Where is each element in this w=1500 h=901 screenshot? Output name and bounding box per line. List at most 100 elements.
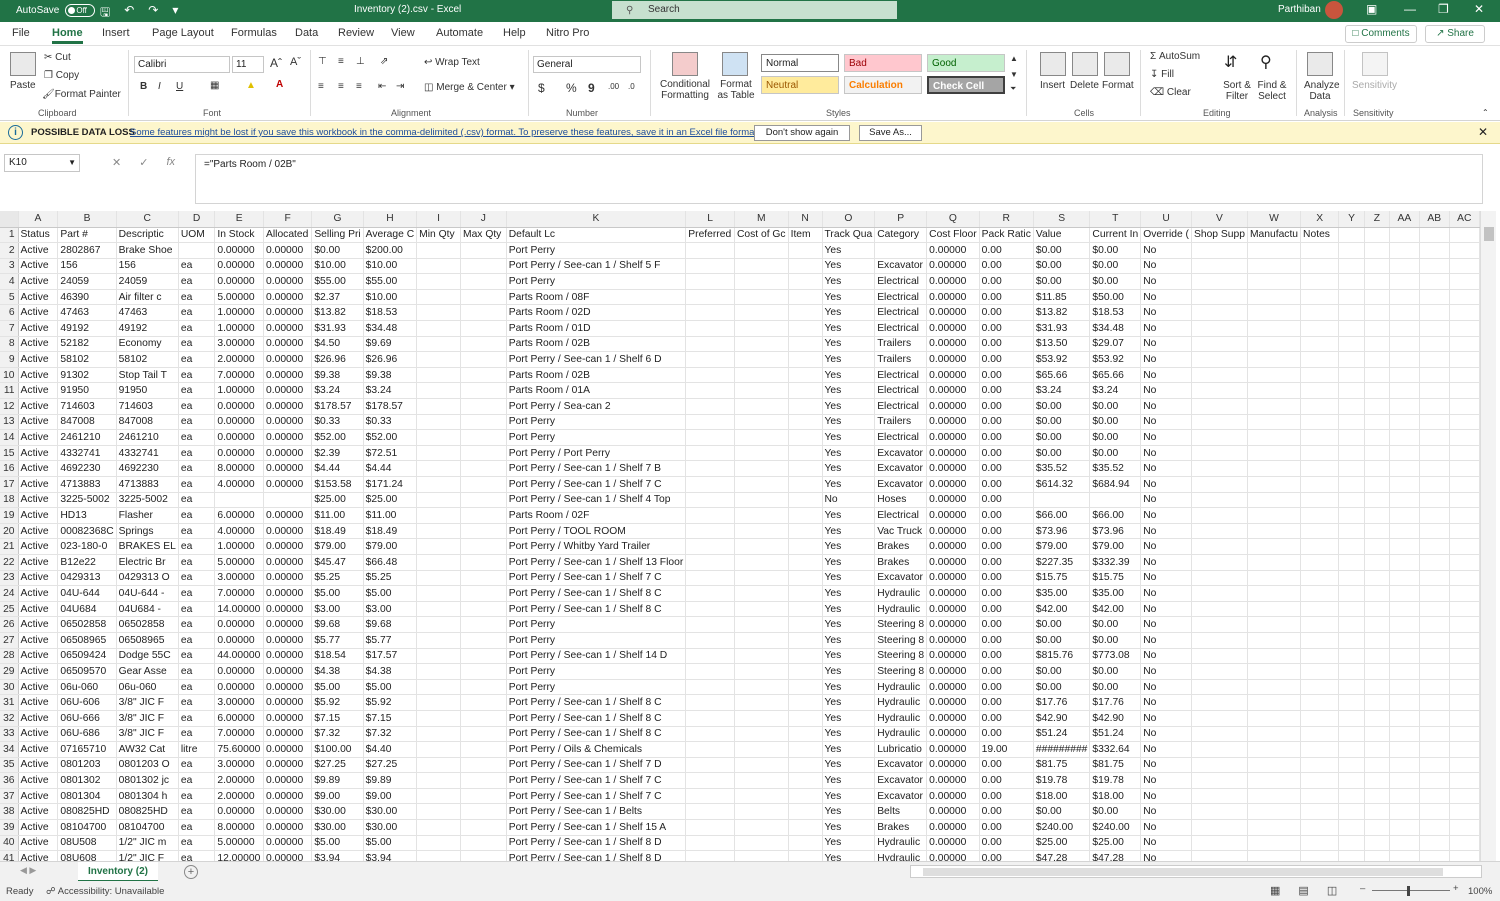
cell[interactable] [214,492,265,509]
cell[interactable]: $11.00 [311,507,364,524]
shrink-font-icon[interactable]: Aˇ [290,56,301,68]
cell[interactable] [1300,273,1340,290]
cell[interactable] [1419,616,1450,633]
row-header[interactable]: 38 [0,803,19,821]
cell[interactable] [685,351,735,368]
cell[interactable]: Yes [822,382,876,400]
cell[interactable]: Hydraulic [874,585,928,602]
cell[interactable]: No [1140,429,1192,446]
cell[interactable] [1300,492,1340,509]
tab-data[interactable]: Data [295,27,318,39]
cell[interactable] [1364,242,1390,259]
tab-automate[interactable]: Automate [436,27,483,39]
cell[interactable]: 0.00 [979,273,1034,290]
cell[interactable] [734,648,789,665]
decrease-decimal-icon[interactable]: .0 [628,82,635,91]
scroll-thumb[interactable] [1484,227,1494,241]
row-header[interactable]: 24 [0,585,19,602]
cell[interactable] [1419,835,1450,852]
cell[interactable]: $10.00 [311,258,364,275]
cell[interactable]: $25.00 [311,492,364,509]
cell[interactable] [1419,632,1450,649]
cell[interactable]: $153.58 [311,476,364,493]
cell[interactable] [1247,507,1302,524]
cell[interactable] [1191,538,1248,555]
cell[interactable]: ea [178,523,216,540]
cell[interactable]: $9.69 [363,336,418,353]
cell[interactable]: Yes [822,367,876,384]
cell[interactable] [734,803,789,821]
cell[interactable]: $18.54 [311,648,364,665]
cell[interactable]: $9.00 [363,788,418,805]
cell[interactable]: Port Perry / See-can 1 / Shelf 7 B [506,460,687,477]
cell[interactable]: Port Perry / See-can 1 / Shelf 7 C [506,788,687,805]
cell[interactable] [1338,585,1365,602]
cell[interactable]: BRAKES EL [116,538,179,555]
cell[interactable]: Electrical [874,320,928,337]
cell[interactable] [1449,414,1480,431]
cell[interactable]: 0.00000 [214,273,265,290]
cell[interactable]: No [1140,788,1192,805]
cell[interactable] [1247,788,1302,805]
cell[interactable]: 0.00 [979,803,1034,821]
cell[interactable] [1389,367,1420,384]
cell[interactable] [788,710,823,727]
cell[interactable]: $27.25 [311,757,364,774]
column-header[interactable]: D [178,211,216,228]
cell[interactable]: 0.00 [979,601,1034,618]
cell[interactable] [1449,803,1480,821]
cell[interactable] [1419,772,1450,789]
cell[interactable]: $7.32 [363,726,418,743]
row-header[interactable]: 41 [0,850,19,861]
format-cells-icon[interactable] [1104,52,1130,76]
cell[interactable]: Active [18,554,59,571]
cell[interactable]: 0.00000 [926,663,980,680]
cell[interactable] [1364,429,1390,446]
cell[interactable] [1247,570,1302,587]
cell[interactable] [1389,663,1420,680]
cell[interactable]: $17.76 [1033,694,1091,711]
cell[interactable]: 0.00000 [263,741,313,758]
cell[interactable]: Average C [363,227,418,244]
cell[interactable]: No [1140,694,1192,711]
cell[interactable]: 2461210 [57,429,117,446]
row-header[interactable]: 37 [0,788,19,805]
cell[interactable] [460,258,507,275]
cell[interactable] [685,523,735,540]
cell[interactable] [1449,367,1480,384]
cell[interactable]: 24059 [57,273,117,290]
cell[interactable] [734,336,789,353]
cell[interactable]: ea [178,679,216,696]
cell[interactable]: $0.00 [1089,679,1142,696]
cell[interactable]: Port Perry / Port Perry [506,445,687,462]
cell[interactable]: $52.00 [363,429,418,446]
cell[interactable] [734,819,789,836]
cell[interactable] [1338,538,1365,555]
tab-view[interactable]: View [391,27,415,39]
insert-cells-icon[interactable] [1040,52,1066,76]
cell[interactable]: $17.57 [363,648,418,665]
cell[interactable]: No [1140,616,1192,633]
cell[interactable]: Yes [822,273,876,290]
cell[interactable] [1300,648,1340,665]
cell[interactable]: ea [178,492,216,509]
cell[interactable] [1419,554,1450,571]
cell[interactable] [1191,304,1248,322]
cell[interactable] [685,772,735,789]
cell[interactable] [788,601,823,618]
cell[interactable] [1300,710,1340,727]
cell[interactable] [1300,320,1340,337]
cell[interactable]: No [1140,273,1192,290]
cell[interactable] [788,492,823,509]
cell[interactable] [1364,398,1390,415]
row-header[interactable]: 5 [0,289,19,306]
cell[interactable]: $773.08 [1089,648,1142,665]
cell[interactable] [1300,414,1340,431]
column-header[interactable]: J [460,211,507,228]
cell[interactable] [1300,616,1340,633]
cell[interactable]: 2461210 [116,429,179,446]
cell[interactable]: No [1140,538,1192,555]
cell[interactable]: Excavator [874,460,928,477]
cell[interactable] [1364,476,1390,493]
cell[interactable]: Active [18,585,59,602]
